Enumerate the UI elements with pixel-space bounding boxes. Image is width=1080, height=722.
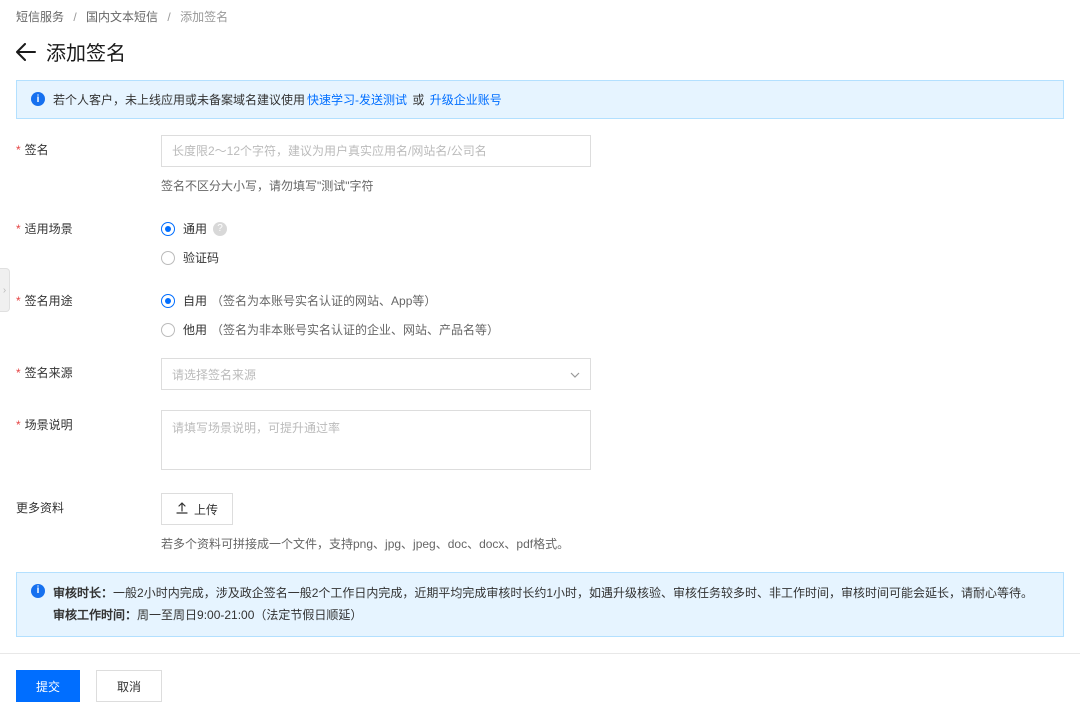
radio-icon	[161, 323, 175, 337]
label-more-files: 更多资料	[16, 493, 161, 516]
select-placeholder: 请选择签名来源	[172, 366, 256, 383]
chevron-down-icon	[570, 367, 580, 381]
breadcrumb-item[interactable]: 短信服务	[16, 10, 64, 24]
label-usage: 签名用途	[16, 286, 161, 309]
radio-icon	[161, 251, 175, 265]
signature-form: 签名 签名不区分大小写，请勿填写"测试"字符 适用场景 通用 ? 验证码 签名用…	[0, 135, 1080, 552]
radio-desc: （签名为本账号实名认证的网站、App等）	[211, 292, 436, 309]
radio-icon	[161, 294, 175, 308]
radio-scenario-verify[interactable]: 验证码	[161, 249, 1064, 266]
breadcrumb-item[interactable]: 国内文本短信	[86, 10, 158, 24]
radio-usage-other[interactable]: 他用 （签名为非本账号实名认证的企业、网站、产品名等）	[161, 321, 1064, 338]
label-scenario: 适用场景	[16, 214, 161, 237]
help-icon[interactable]: ?	[213, 222, 227, 236]
back-arrow-icon[interactable]	[16, 43, 36, 61]
radio-label: 他用	[183, 321, 207, 338]
review-duration-text: 一般2小时内完成，涉及政企签名一般2个工作日内完成，近期平均完成审核时长约1小时…	[113, 586, 1033, 600]
signature-input[interactable]	[161, 135, 591, 167]
alert-content: 若个人客户，未上线应用或未备案域名建议使用快速学习-发送测试 或 升级企业账号	[53, 91, 504, 108]
info-alert-top: i 若个人客户，未上线应用或未备案域名建议使用快速学习-发送测试 或 升级企业账…	[16, 80, 1064, 119]
side-expand-handle[interactable]: ›	[0, 268, 10, 312]
radio-label: 验证码	[183, 249, 219, 266]
breadcrumb-sep: /	[73, 10, 76, 24]
link-quick-learn[interactable]: 快速学习-发送测试	[307, 93, 407, 107]
upload-label: 上传	[194, 501, 218, 518]
alert-content: 审核时长：一般2小时内完成，涉及政企签名一般2个工作日内完成，近期平均完成审核时…	[53, 583, 1049, 626]
page-title-text: 添加签名	[46, 37, 126, 66]
page-title: 添加签名	[0, 33, 1080, 80]
breadcrumb-current: 添加签名	[180, 10, 228, 24]
radio-scenario-general[interactable]: 通用 ?	[161, 220, 1064, 237]
radio-usage-self[interactable]: 自用 （签名为本账号实名认证的网站、App等）	[161, 292, 1064, 309]
label-signature: 签名	[16, 135, 161, 158]
review-hours-label: 审核工作时间：	[53, 608, 137, 622]
info-icon: i	[31, 584, 45, 598]
upload-button[interactable]: 上传	[161, 493, 233, 525]
submit-button[interactable]: 提交	[16, 670, 80, 702]
info-icon: i	[31, 92, 45, 106]
radio-icon	[161, 222, 175, 236]
radio-desc: （签名为非本账号实名认证的企业、网站、产品名等）	[211, 321, 499, 338]
scene-desc-textarea[interactable]	[161, 410, 591, 470]
upload-help: 若多个资料可拼接成一个文件，支持png、jpg、jpeg、doc、docx、pd…	[161, 535, 1064, 552]
source-select[interactable]: 请选择签名来源	[161, 358, 591, 390]
label-source: 签名来源	[16, 358, 161, 381]
label-scene-desc: 场景说明	[16, 410, 161, 433]
cancel-button[interactable]: 取消	[96, 670, 162, 702]
radio-label: 通用	[183, 220, 207, 237]
radio-label: 自用	[183, 292, 207, 309]
form-footer: 提交 取消	[0, 653, 1080, 722]
link-upgrade-account[interactable]: 升级企业账号	[430, 93, 502, 107]
breadcrumb: 短信服务 / 国内文本短信 / 添加签名	[0, 0, 1080, 33]
signature-help: 签名不区分大小写，请勿填写"测试"字符	[161, 177, 1064, 194]
breadcrumb-sep: /	[167, 10, 170, 24]
upload-icon	[176, 502, 188, 517]
review-duration-label: 审核时长：	[53, 586, 113, 600]
review-hours-text: 周一至周日9:00-21:00（法定节假日顺延）	[137, 608, 362, 622]
